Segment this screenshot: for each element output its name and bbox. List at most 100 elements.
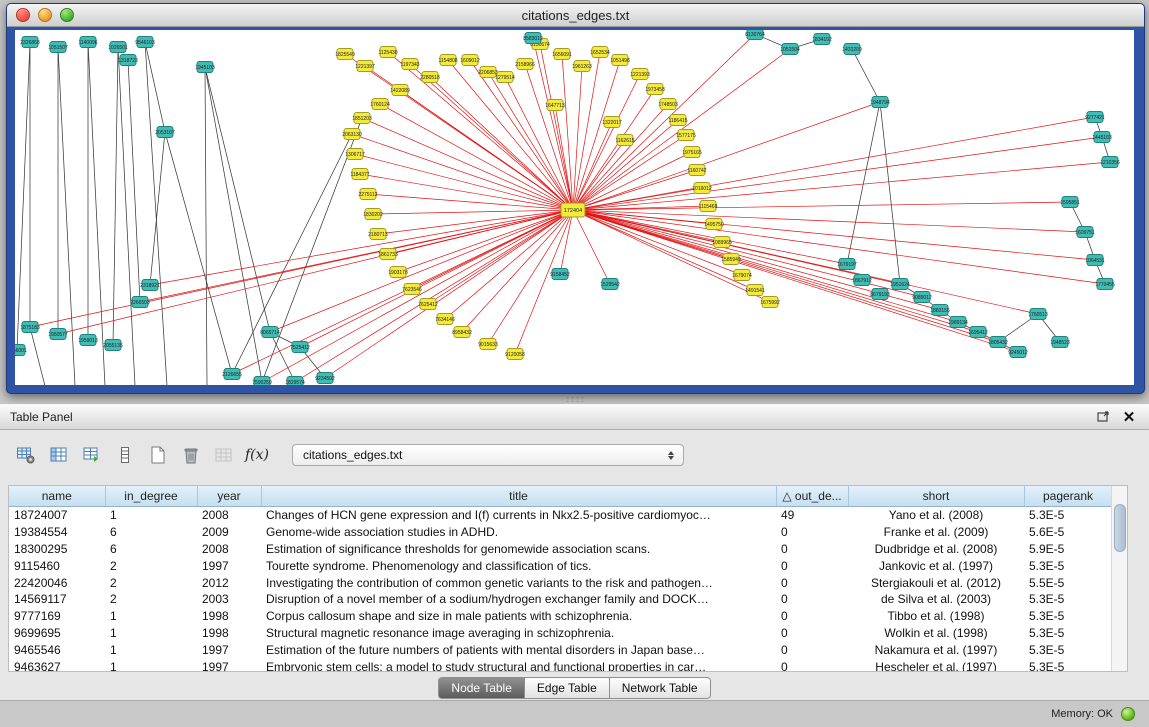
network-node[interactable]: 9089012 <box>912 292 932 303</box>
network-node[interactable]: 8065714 <box>260 327 280 338</box>
network-node[interactable]: 1197343 <box>400 59 419 70</box>
column-header-out_de[interactable]: △ out_de... <box>776 486 848 507</box>
network-node[interactable]: 1051504 <box>780 44 800 55</box>
create-column-button[interactable] <box>144 441 172 469</box>
network-node[interactable]: 1883155 <box>930 305 950 316</box>
network-node[interactable]: 1064531 <box>1085 255 1105 266</box>
network-node[interactable]: 1210356 <box>1100 157 1120 168</box>
scrollbar-thumb[interactable] <box>1114 504 1126 552</box>
network-node[interactable]: 1959013 <box>78 335 98 346</box>
network-node[interactable]: 1051498 <box>610 55 630 66</box>
table-settings-button[interactable] <box>12 441 40 469</box>
table-row[interactable]: 1830029562008Estimation of significance … <box>9 541 1112 558</box>
network-node[interactable]: 8679193 <box>870 289 890 300</box>
network-node[interactable]: 1279514 <box>495 72 515 83</box>
network-node[interactable]: 1760513 <box>1028 309 1048 320</box>
network-node[interactable]: 1945103 <box>195 62 215 73</box>
network-node[interactable]: 7623546 <box>402 284 422 295</box>
table-row[interactable]: 946554611997Estimation of the future num… <box>9 641 1112 658</box>
network-node[interactable]: 1577175 <box>676 130 696 141</box>
network-node[interactable]: 1825549 <box>335 49 355 60</box>
network-node[interactable]: 9158452 <box>550 269 570 280</box>
network-node[interactable]: 2158966 <box>515 59 535 70</box>
network-node[interactable]: 8958432 <box>452 327 472 338</box>
import-table-button[interactable] <box>78 441 106 469</box>
table-row[interactable]: 911546021997Tourette syndrome. Phenomeno… <box>9 557 1112 574</box>
network-node[interactable]: 2126655 <box>222 369 242 380</box>
network-node[interactable]: 1647713 <box>545 100 565 111</box>
network-node[interactable]: 1675992 <box>760 297 780 308</box>
network-node[interactable]: 1956001 <box>15 345 27 356</box>
table-row[interactable]: 1456911722003Disruption of a novel membe… <box>9 591 1112 608</box>
function-builder-button[interactable]: f(x) <box>243 441 271 469</box>
table-row[interactable]: 969969511998Structural magnetic resonanc… <box>9 625 1112 642</box>
network-node[interactable]: 1867912 <box>852 275 872 286</box>
network-node[interactable]: 1016012 <box>692 183 712 194</box>
network-node[interactable]: 2053107 <box>155 127 175 138</box>
network-node[interactable]: 1422089 <box>390 85 410 96</box>
column-header-pagerank[interactable]: pagerank <box>1024 486 1112 507</box>
column-header-title[interactable]: title <box>261 486 776 507</box>
network-node[interactable]: 9245012 <box>1008 347 1028 358</box>
network-node[interactable]: 1495750 <box>704 219 724 230</box>
table-selector-combobox[interactable]: citations_edges.txt <box>292 444 684 466</box>
network-node[interactable]: 2055135 <box>103 340 123 351</box>
network-node[interactable]: 1770455 <box>1095 279 1115 290</box>
network-node[interactable]: 1975165 <box>682 147 702 158</box>
network-view-canvas[interactable]: 1825549122139711254301197343228051811548… <box>15 30 1134 385</box>
table-row[interactable]: 2242004622012Investigating the contribut… <box>9 574 1112 591</box>
network-node[interactable]: 1950577 <box>48 329 68 340</box>
network-node[interactable]: 1221397 <box>355 61 375 72</box>
network-node[interactable]: 1861733 <box>378 249 398 260</box>
network-node[interactable]: 1652534 <box>590 47 610 58</box>
network-node[interactable]: 1318723 <box>118 55 138 66</box>
network-node[interactable]: 1184377 <box>350 169 369 180</box>
network-node[interactable]: 1491541 <box>745 285 765 296</box>
network-node[interactable]: 9120058 <box>505 349 525 360</box>
column-header-in_degree[interactable]: in_degree <box>105 486 197 507</box>
network-node[interactable]: 1875183 <box>20 322 40 333</box>
network-node[interactable]: 1903178 <box>388 267 408 278</box>
network-node[interactable]: 8130764 <box>745 30 765 40</box>
network-node[interactable]: 1948794 <box>870 97 890 108</box>
network-node[interactable]: 1679197 <box>837 259 857 270</box>
table-mode-button[interactable] <box>111 441 139 469</box>
network-node[interactable]: 7634146 <box>435 314 455 325</box>
table-row[interactable]: 977716911998Corpus callosum shape and si… <box>9 608 1112 625</box>
network-node[interactable]: 7590259 <box>252 377 272 386</box>
network-node[interactable]: 1951624 <box>890 279 910 290</box>
network-node[interactable]: 2318921 <box>140 280 160 291</box>
column-header-year[interactable]: year <box>197 486 261 507</box>
network-node[interactable]: 1160742 <box>687 165 706 176</box>
network-node[interactable]: 1186415 <box>668 115 687 126</box>
network-node[interactable]: 9015633 <box>478 339 498 350</box>
network-node[interactable]: 1961263 <box>572 61 592 72</box>
network-node[interactable]: 1140096 <box>78 37 97 48</box>
close-window-button[interactable] <box>16 8 30 22</box>
network-node[interactable]: 1829574 <box>285 377 305 386</box>
network-node[interactable]: 1989134 <box>948 317 968 328</box>
network-node[interactable]: 7625412 <box>418 299 438 310</box>
network-node[interactable]: 1609012 <box>460 55 480 66</box>
network-node[interactable]: 1656091 <box>552 49 572 60</box>
network-node[interactable]: 1830202 <box>363 209 383 220</box>
network-node[interactable]: 1322017 <box>602 117 622 128</box>
network-node[interactable]: 1051507 <box>48 42 68 53</box>
network-node[interactable]: 9234502 <box>315 373 335 384</box>
network-node[interactable]: 1695412 <box>968 327 988 338</box>
network-node[interactable]: 2266503 <box>130 297 150 308</box>
network-node[interactable]: 1851203 <box>352 113 372 124</box>
network-node[interactable]: 2326868 <box>20 37 40 48</box>
network-node[interactable]: 1805432 <box>988 337 1008 348</box>
network-node[interactable]: 1125430 <box>378 47 397 58</box>
delete-column-button[interactable] <box>177 441 205 469</box>
network-node[interactable]: 1679074 <box>732 270 752 281</box>
network-node[interactable]: 1431209 <box>842 44 862 55</box>
network-node[interactable]: 9546103 <box>135 37 155 48</box>
network-node[interactable]: 2063130 <box>342 129 362 140</box>
network-node[interactable]: 1834102 <box>812 34 832 45</box>
network-node[interactable]: 172404 <box>561 203 585 217</box>
float-panel-icon[interactable] <box>1093 409 1113 425</box>
network-node[interactable]: 1948523 <box>1050 337 1070 348</box>
network-node[interactable]: 7525412 <box>290 342 310 353</box>
